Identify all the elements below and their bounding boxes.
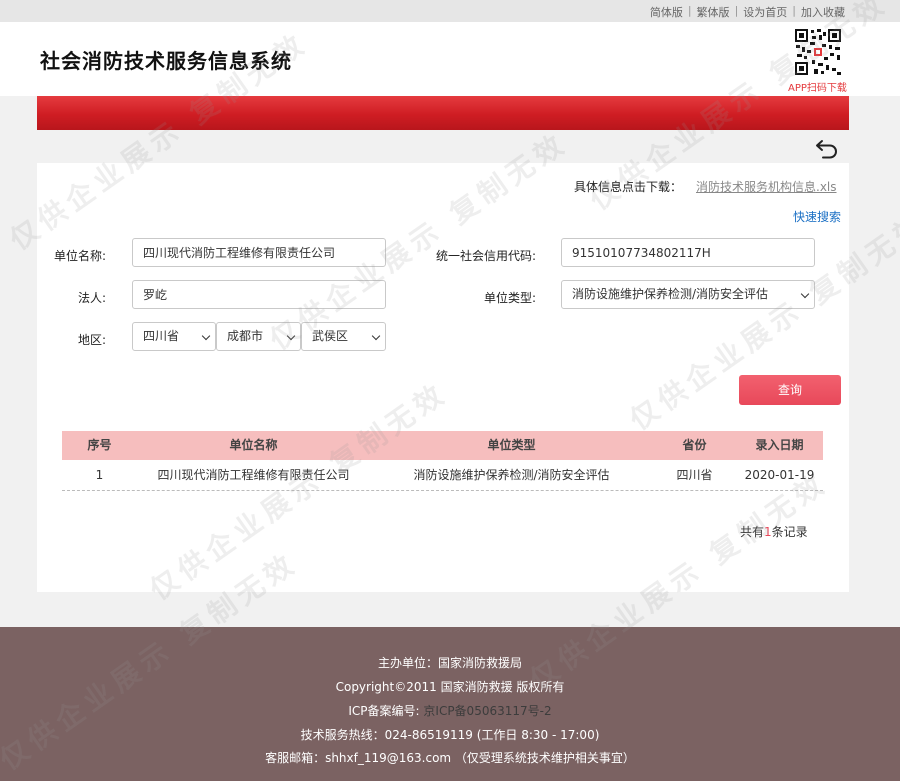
table-header: 序号 单位名称 单位类型 省份 录入日期 [62,431,823,460]
cell-province: 四川省 [676,468,713,482]
back-icon[interactable] [815,137,839,159]
traditional-chinese-link[interactable]: 繁体版 [697,4,730,20]
header-banner [37,96,849,130]
results-table: 序号 单位名称 单位类型 省份 录入日期 1 四川现代消防工程维修有限责任公司 … [62,431,823,491]
unit-type-value: 消防设施维护保养检测/消防安全评估 [572,287,769,301]
footer-hotline: 技术服务热线：024-86519119 (工作日 8:30 - 17:00) [300,728,600,742]
credit-code-input[interactable] [561,238,815,267]
quick-search-link[interactable]: 快速搜索 [793,208,841,225]
column-header-index: 序号 [87,438,112,452]
site-footer: 主办单位：国家消防救援局 Copyright©2011 国家消防救援 版权所有 … [0,627,900,781]
separator: | [687,4,692,17]
chevron-down-icon [286,331,296,341]
separator: | [734,4,739,17]
column-header-unit-name: 单位名称 [229,438,278,452]
province-value: 四川省 [143,329,180,343]
download-label: 具体信息点击下载： [573,180,682,194]
site-header: 社会消防技术服务信息系统 APP扫码下载 [0,22,900,96]
cell-index: 1 [95,468,104,482]
district-select[interactable]: 武侯区 [301,322,386,351]
unit-name-input[interactable] [132,238,386,267]
record-count-suffix: 条记录 [771,525,808,539]
chevron-down-icon [201,331,211,341]
footer-icp-link[interactable]: 京ICP备05063117号-2 [423,704,551,718]
footer-email: 客服邮箱：shhxf_119@163.com （仅受理系统技术维护相关事宜） [265,751,635,765]
cell-entry-date: 2020-01-19 [744,468,815,482]
province-select[interactable]: 四川省 [132,322,216,351]
footer-icp: ICP备案编号: 京ICP备05063117号-2 [0,702,900,719]
table-row[interactable]: 1 四川现代消防工程维修有限责任公司 消防设施维护保养检测/消防安全评估 四川省… [62,460,823,491]
footer-icp-label: ICP备案编号: [348,704,424,718]
top-links: 简体版 | 繁体版 | 设为首页 | 加入收藏 [650,4,845,20]
footer-host: 主办单位：国家消防救援局 [377,656,522,670]
column-header-province: 省份 [682,438,707,452]
separator: | [792,4,796,17]
column-header-unit-type: 单位类型 [487,438,536,452]
simplified-chinese-link[interactable]: 简体版 [650,4,683,20]
search-panel: 具体信息点击下载： 消防技术服务机构信息.xls 快速搜索 单位名称: 统一社会… [37,163,849,592]
cell-unit-type: 消防设施维护保养检测/消防安全评估 [413,468,610,482]
credit-code-label: 统一社会信用代码: [435,249,536,263]
chevron-down-icon [800,289,810,299]
record-count-number: 1 [764,525,772,539]
legal-person-label: 法人: [77,291,106,305]
column-header-entry-date: 录入日期 [755,438,804,452]
legal-person-input[interactable] [132,280,386,309]
qr-code-icon[interactable] [794,28,842,76]
download-file-link[interactable]: 消防技术服务机构信息.xls [696,178,837,195]
set-homepage-link[interactable]: 设为首页 [743,4,787,20]
unit-type-select[interactable]: 消防设施维护保养检测/消防安全评估 [561,280,815,309]
chevron-down-icon [371,331,381,341]
record-count-prefix: 共有 [740,525,765,539]
city-value: 成都市 [227,329,264,343]
site-title: 社会消防技术服务信息系统 [40,49,292,73]
app-download-caption: APP扫码下载 [788,83,847,94]
add-favorite-link[interactable]: 加入收藏 [801,4,845,20]
record-count: 共有1条记录 [740,523,808,540]
region-label: 地区: [77,333,106,347]
unit-name-label: 单位名称: [53,249,106,263]
footer-copyright: Copyright©2011 国家消防救援 版权所有 [335,680,565,694]
unit-type-label: 单位类型: [483,291,536,305]
district-value: 武侯区 [312,329,349,343]
city-select[interactable]: 成都市 [216,322,301,351]
query-button[interactable]: 查询 [739,375,841,405]
cell-unit-name[interactable]: 四川现代消防工程维修有限责任公司 [137,460,370,490]
top-bar: 简体版 | 繁体版 | 设为首页 | 加入收藏 [0,0,900,22]
